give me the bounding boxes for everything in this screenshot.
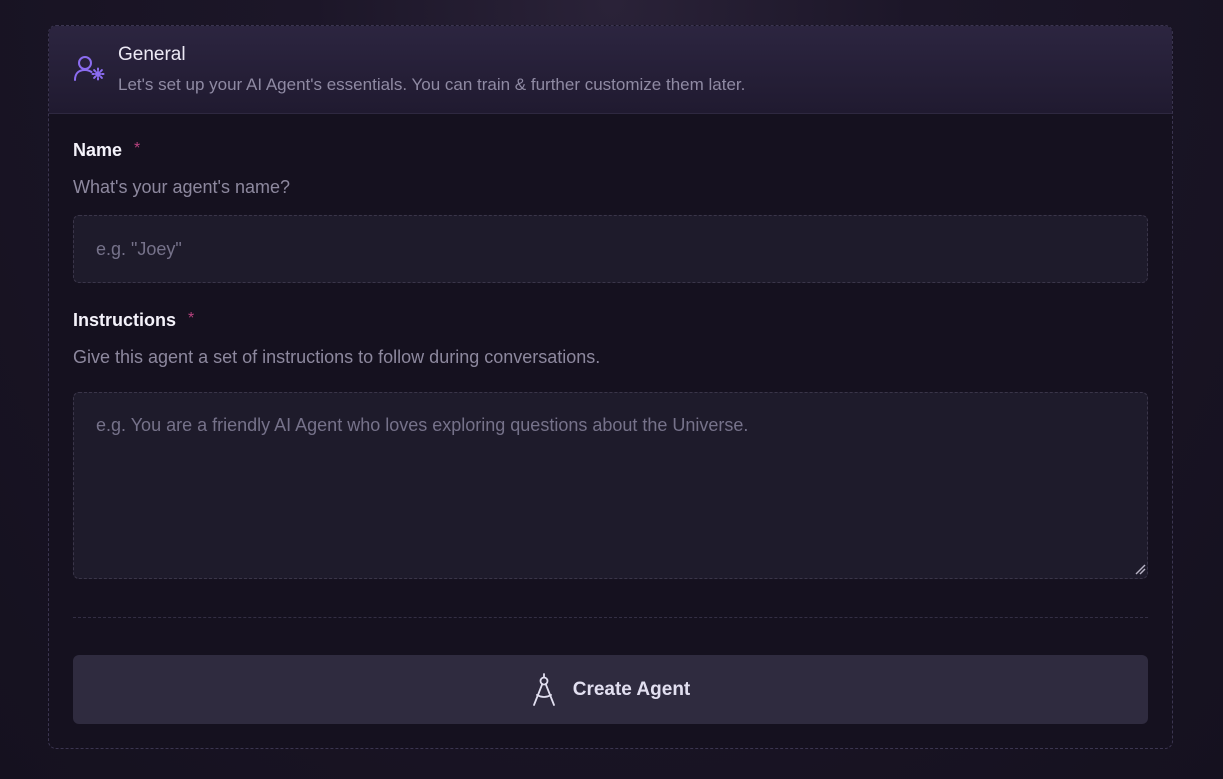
user-gear-icon (74, 56, 105, 81)
form-divider (73, 617, 1148, 618)
general-section-header: General Let's set up your AI Agent's ess… (49, 26, 1172, 114)
name-field-label: Name * (73, 140, 140, 161)
section-title: General (118, 44, 186, 65)
agent-instructions-textarea[interactable] (73, 392, 1148, 579)
instructions-label-text: Instructions (73, 310, 177, 330)
resize-handle-icon[interactable] (1134, 563, 1146, 575)
instructions-field-description: Give this agent a set of instructions to… (73, 347, 601, 367)
required-marker: * (188, 310, 195, 327)
compass-drafting-icon (532, 672, 555, 706)
section-subtitle: Let's set up your AI Agent's essentials.… (118, 75, 746, 94)
name-field-description: What's your agent's name? (73, 177, 290, 197)
required-marker: * (134, 140, 141, 157)
instructions-field-label: Instructions * (73, 310, 194, 331)
name-label-text: Name (73, 140, 123, 160)
create-agent-card: General Let's set up your AI Agent's ess… (48, 25, 1173, 749)
create-agent-button[interactable]: Create Agent (73, 655, 1148, 724)
agent-name-input[interactable] (73, 215, 1148, 283)
create-agent-label: Create Agent (572, 678, 691, 700)
